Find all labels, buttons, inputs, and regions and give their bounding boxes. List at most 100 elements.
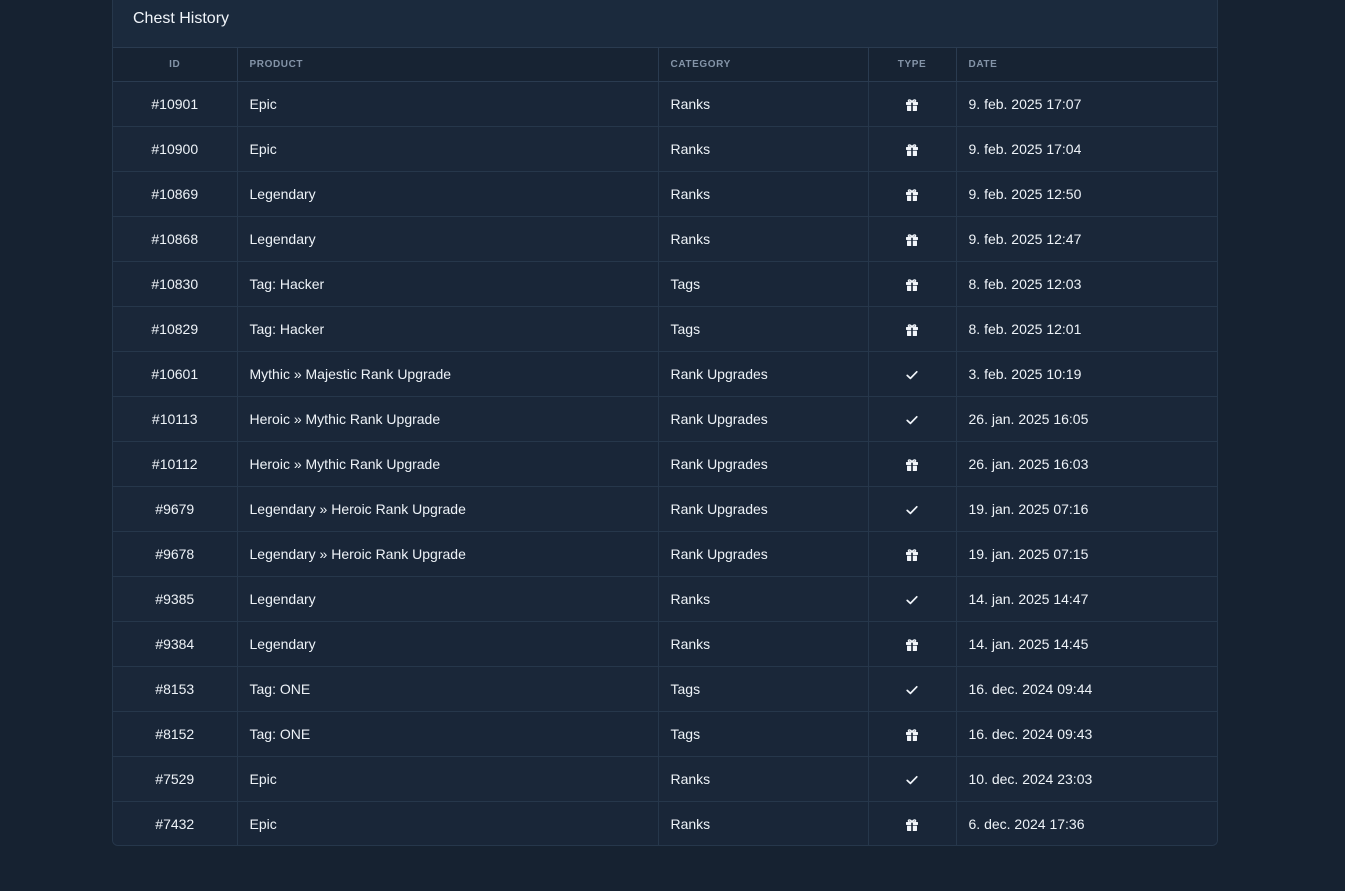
table-row[interactable]: #10601 Mythic » Majestic Rank Upgrade Ra… <box>113 351 1217 397</box>
cell-product: Legendary » Heroic Rank Upgrade <box>237 531 659 577</box>
table-row[interactable]: #9678 Legendary » Heroic Rank Upgrade Ra… <box>113 531 1217 577</box>
check-icon <box>905 368 919 382</box>
table-row[interactable]: #9384 Legendary Ranks 14. jan. 2025 14:4… <box>113 621 1217 667</box>
cell-date: 16. dec. 2024 09:44 <box>956 666 1217 712</box>
column-header-id[interactable]: ID <box>113 48 238 82</box>
table-row[interactable]: #10112 Heroic » Mythic Rank Upgrade Rank… <box>113 441 1217 487</box>
cell-product: Tag: ONE <box>237 666 659 712</box>
column-header-category[interactable]: CATEGORY <box>658 48 869 82</box>
table-row[interactable]: #10829 Tag: Hacker Tags 8. feb. 2025 12:… <box>113 306 1217 352</box>
check-icon <box>905 773 919 787</box>
cell-id: #10601 <box>113 351 238 397</box>
table-row[interactable]: #10868 Legendary Ranks 9. feb. 2025 12:4… <box>113 216 1217 262</box>
gift-icon <box>905 278 919 292</box>
gift-icon <box>905 188 919 202</box>
column-header-product[interactable]: PRODUCT <box>237 48 659 82</box>
cell-type <box>868 126 957 172</box>
cell-type <box>868 396 957 442</box>
table-row[interactable]: #8152 Tag: ONE Tags 16. dec. 2024 09:43 <box>113 711 1217 757</box>
cell-date: 16. dec. 2024 09:43 <box>956 711 1217 757</box>
cell-id: #10869 <box>113 171 238 217</box>
cell-id: #8152 <box>113 711 238 757</box>
gift-icon <box>905 638 919 652</box>
column-header-type[interactable]: TYPE <box>868 48 957 82</box>
cell-date: 14. jan. 2025 14:45 <box>956 621 1217 667</box>
cell-date: 9. feb. 2025 17:04 <box>956 126 1217 172</box>
cell-product: Heroic » Mythic Rank Upgrade <box>237 396 659 442</box>
cell-category: Rank Upgrades <box>658 441 869 487</box>
cell-id: #10830 <box>113 261 238 307</box>
gift-icon <box>905 548 919 562</box>
cell-product: Epic <box>237 801 659 845</box>
cell-category: Tags <box>658 261 869 307</box>
cell-type <box>868 261 957 307</box>
cell-category: Ranks <box>658 126 869 172</box>
chest-history-card: Chest History ID PRODUCT CATEGORY TYPE D… <box>112 0 1218 846</box>
cell-category: Ranks <box>658 216 869 262</box>
cell-category: Ranks <box>658 171 869 217</box>
cell-date: 19. jan. 2025 07:15 <box>956 531 1217 577</box>
cell-date: 19. jan. 2025 07:16 <box>956 486 1217 532</box>
table-row[interactable]: #9679 Legendary » Heroic Rank Upgrade Ra… <box>113 486 1217 532</box>
cell-category: Tags <box>658 306 869 352</box>
chest-history-table: ID PRODUCT CATEGORY TYPE DATE #10901 Epi… <box>113 48 1217 845</box>
cell-type <box>868 576 957 622</box>
table-row[interactable]: #7432 Epic Ranks 6. dec. 2024 17:36 <box>113 801 1217 845</box>
card-title: Chest History <box>133 9 230 27</box>
cell-id: #7529 <box>113 756 238 802</box>
table-row[interactable]: #8153 Tag: ONE Tags 16. dec. 2024 09:44 <box>113 666 1217 712</box>
cell-type <box>868 171 957 217</box>
cell-id: #10901 <box>113 81 238 127</box>
table-row[interactable]: #10113 Heroic » Mythic Rank Upgrade Rank… <box>113 396 1217 442</box>
check-icon <box>905 593 919 607</box>
cell-date: 3. feb. 2025 10:19 <box>956 351 1217 397</box>
cell-type <box>868 486 957 532</box>
gift-icon <box>905 728 919 742</box>
table-row[interactable]: #10830 Tag: Hacker Tags 8. feb. 2025 12:… <box>113 261 1217 307</box>
cell-date: 9. feb. 2025 17:07 <box>956 81 1217 127</box>
cell-category: Ranks <box>658 801 869 845</box>
cell-type <box>868 756 957 802</box>
gift-icon <box>905 458 919 472</box>
cell-product: Epic <box>237 126 659 172</box>
table-row[interactable]: #10901 Epic Ranks 9. feb. 2025 17:07 <box>113 81 1217 127</box>
cell-date: 26. jan. 2025 16:05 <box>956 396 1217 442</box>
cell-product: Tag: Hacker <box>237 306 659 352</box>
column-header-date[interactable]: DATE <box>956 48 1217 82</box>
cell-date: 9. feb. 2025 12:50 <box>956 171 1217 217</box>
cell-product: Tag: Hacker <box>237 261 659 307</box>
cell-product: Epic <box>237 756 659 802</box>
gift-icon <box>905 233 919 247</box>
cell-type <box>868 711 957 757</box>
table-row[interactable]: #9385 Legendary Ranks 14. jan. 2025 14:4… <box>113 576 1217 622</box>
cell-date: 14. jan. 2025 14:47 <box>956 576 1217 622</box>
gift-icon <box>905 143 919 157</box>
cell-product: Legendary <box>237 171 659 217</box>
cell-date: 10. dec. 2024 23:03 <box>956 756 1217 802</box>
cell-id: #8153 <box>113 666 238 712</box>
cell-category: Ranks <box>658 576 869 622</box>
cell-type <box>868 801 957 845</box>
cell-category: Ranks <box>658 81 869 127</box>
cell-id: #9385 <box>113 576 238 622</box>
check-icon <box>905 503 919 517</box>
cell-category: Rank Upgrades <box>658 531 869 577</box>
cell-product: Legendary <box>237 216 659 262</box>
table-row[interactable]: #10900 Epic Ranks 9. feb. 2025 17:04 <box>113 126 1217 172</box>
cell-product: Legendary <box>237 621 659 667</box>
cell-type <box>868 531 957 577</box>
cell-id: #10829 <box>113 306 238 352</box>
cell-type <box>868 351 957 397</box>
table-row[interactable]: #10869 Legendary Ranks 9. feb. 2025 12:5… <box>113 171 1217 217</box>
cell-id: #10113 <box>113 396 238 442</box>
card-header: Chest History <box>113 0 1217 48</box>
table-body: #10901 Epic Ranks 9. feb. 2025 17:07 #10… <box>113 81 1217 845</box>
cell-category: Rank Upgrades <box>658 351 869 397</box>
cell-category: Rank Upgrades <box>658 396 869 442</box>
cell-id: #9679 <box>113 486 238 532</box>
table-row[interactable]: #7529 Epic Ranks 10. dec. 2024 23:03 <box>113 756 1217 802</box>
cell-id: #10900 <box>113 126 238 172</box>
cell-date: 26. jan. 2025 16:03 <box>956 441 1217 487</box>
cell-product: Legendary <box>237 576 659 622</box>
cell-id: #10868 <box>113 216 238 262</box>
